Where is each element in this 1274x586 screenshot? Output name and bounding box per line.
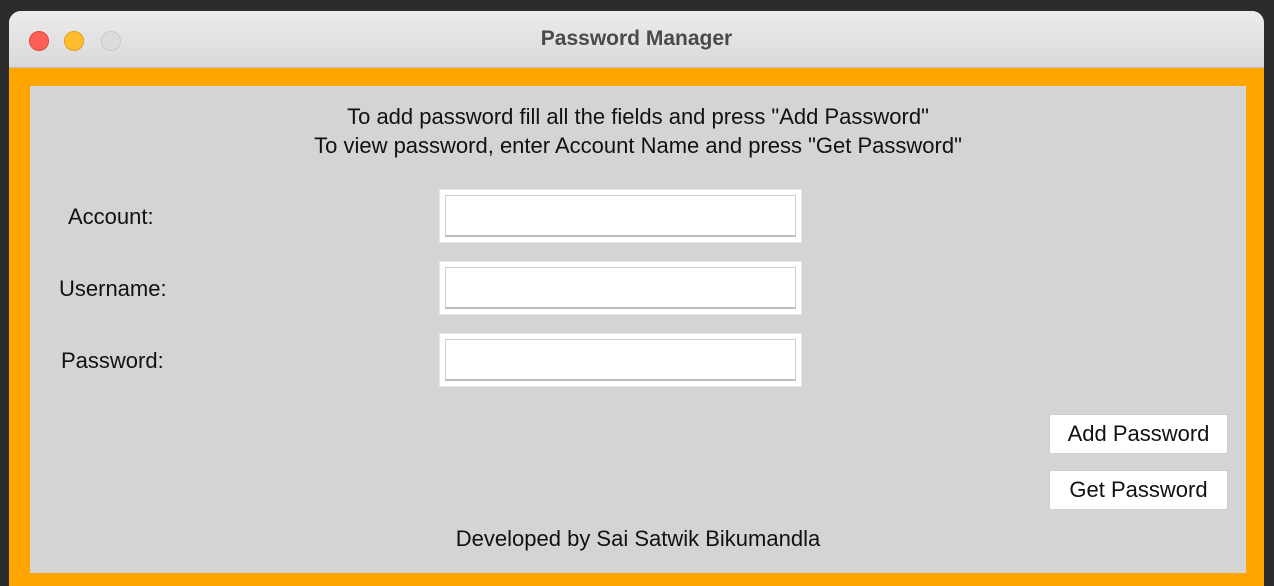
add-password-button[interactable]: Add Password	[1049, 414, 1228, 454]
password-label: Password:	[61, 348, 164, 373]
window-title: Password Manager	[540, 27, 733, 50]
password-field-frame	[439, 333, 802, 387]
app-window: Password Manager To add password fill al…	[9, 11, 1264, 586]
account-label: Account:	[68, 204, 154, 229]
title-bar[interactable]: Password Manager	[9, 11, 1264, 68]
account-field-frame	[439, 189, 802, 243]
developer-credit: Developed by Sai Satwik Bikumandla	[455, 526, 821, 551]
password-input[interactable]	[445, 339, 796, 381]
username-field-frame	[439, 261, 802, 315]
get-password-button[interactable]: Get Password	[1049, 470, 1228, 510]
main-panel: To add password fill all the fields and …	[30, 86, 1246, 573]
instruction-view: To view password, enter Account Name and…	[314, 133, 962, 158]
username-label: Username:	[59, 276, 167, 301]
account-input[interactable]	[445, 195, 796, 237]
username-input[interactable]	[445, 267, 796, 309]
instruction-add: To add password fill all the fields and …	[347, 104, 929, 129]
